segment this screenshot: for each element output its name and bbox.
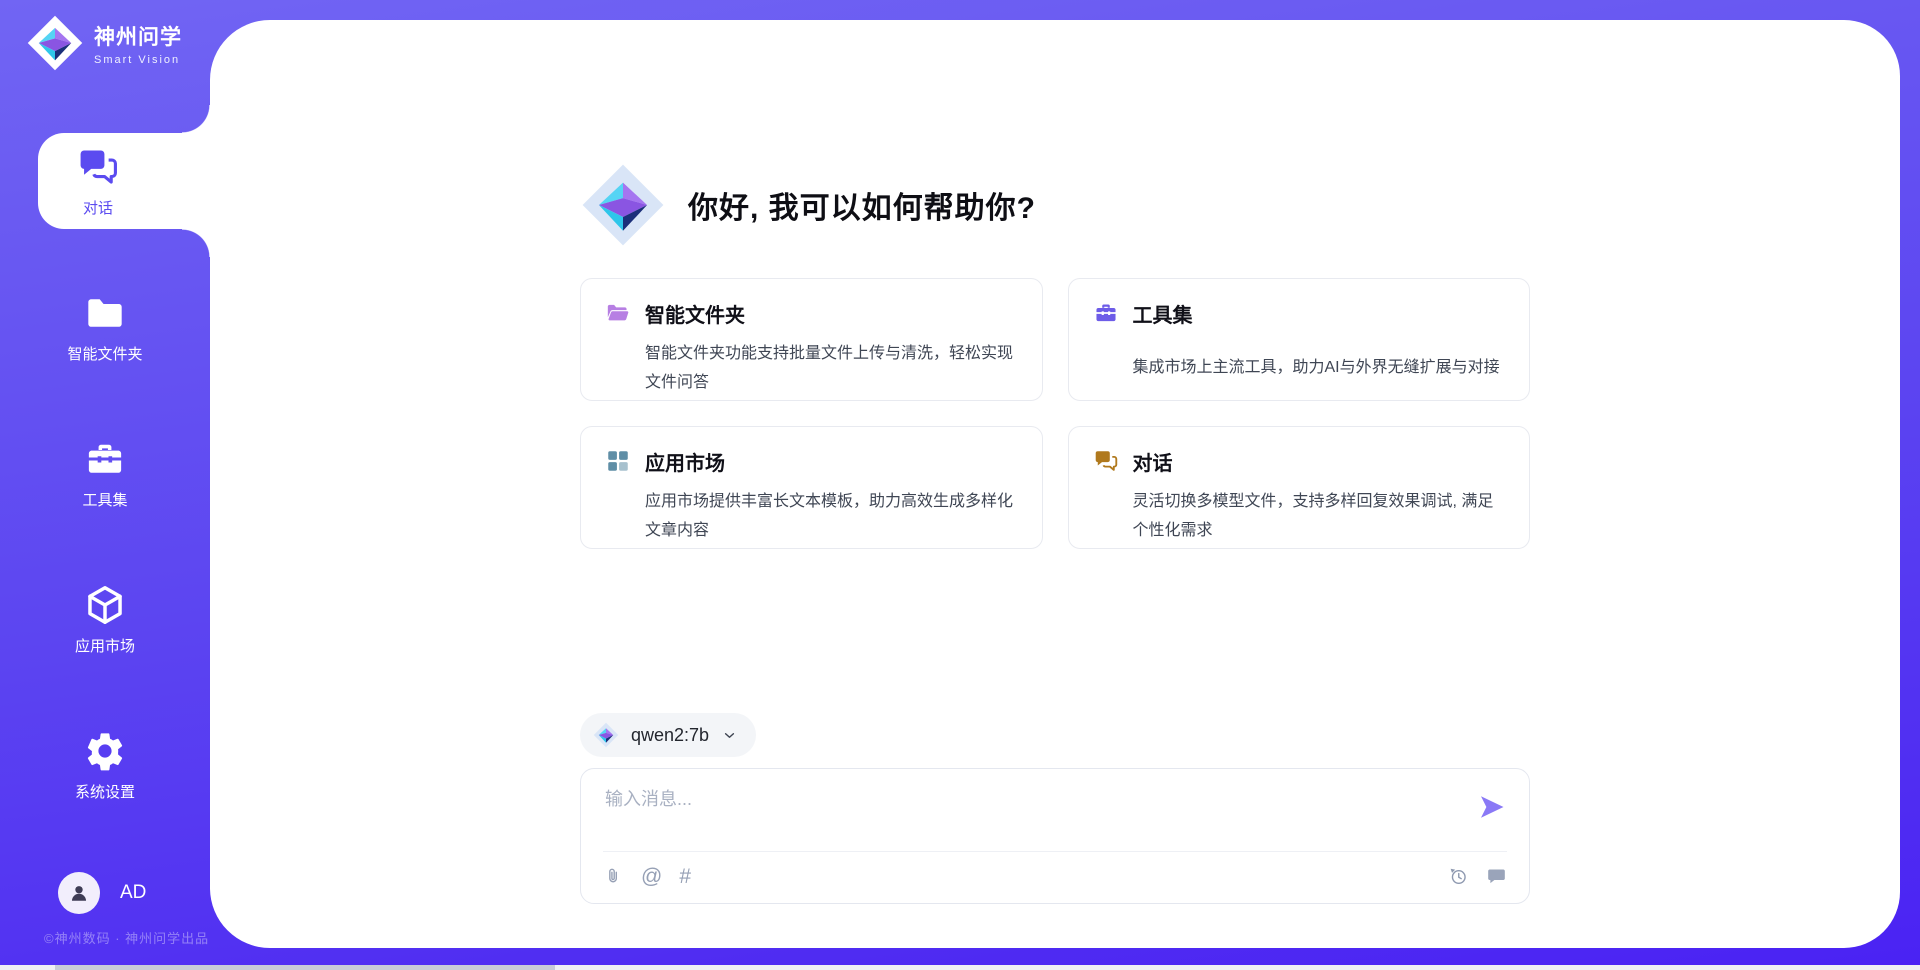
brand-subtitle: Smart Vision [94,54,182,66]
user-initials: AD [120,882,146,904]
sidebar-item-smart-folder[interactable]: 智能文件夹 [0,279,210,375]
sidebar: 神州问学 Smart Vision 对话 智能文件夹 [0,0,210,970]
brand-name: 神州问学 [94,21,182,51]
greeting-block: 你好, 我可以如何帮助你? [580,162,1530,248]
toolbox-icon [1093,300,1119,326]
card-title: 智能文件夹 [645,299,1018,332]
horizontal-scrollbar-thumb[interactable] [55,965,555,970]
mention-icon[interactable]: @ [641,866,662,887]
user-account[interactable]: AD [0,872,210,914]
card-title: 工具集 [1133,299,1506,346]
folder-icon [83,291,127,335]
card-title: 对话 [1133,447,1506,480]
card-chat[interactable]: 对话 灵活切换多模型文件，支持多样回复效果调试, 满足个性化需求 [1068,426,1531,549]
composer-tools-left: @ # [603,866,691,887]
hashtag-icon[interactable]: # [679,866,691,887]
card-app-market[interactable]: 应用市场 应用市场提供丰富长文本模板，助力高效生成多样化文章内容 [580,426,1043,549]
greeting-title: 你好, 我可以如何帮助你? [688,183,1036,227]
footer-credit: ©神州数码 · 神州问学出品 [44,928,209,947]
avatar [58,872,100,914]
composer-toolbar: @ # [603,850,1507,903]
send-button[interactable] [1477,792,1507,822]
sidebar-nav: 对话 智能文件夹 工具集 [0,133,210,863]
model-gem-icon [593,722,619,748]
card-title: 应用市场 [645,447,1018,480]
card-description: 应用市场提供丰富长文本模板，助力高效生成多样化文章内容 [645,487,1018,549]
sidebar-item-label: 工具集 [82,489,127,510]
card-toolset[interactable]: 工具集 集成市场上主流工具，助力AI与外界无缝扩展与对接 [1068,278,1531,401]
folder-open-icon [605,300,631,326]
chevron-down-icon [721,727,738,744]
main-content-panel: 你好, 我可以如何帮助你? 智能文件夹 智能文件夹功能支持批量文件上传与清洗，轻… [210,20,1900,948]
toolbox-icon [83,437,127,481]
sidebar-item-settings[interactable]: 系统设置 [0,717,210,813]
card-smart-folder[interactable]: 智能文件夹 智能文件夹功能支持批量文件上传与清洗，轻松实现文件问答 [580,278,1043,401]
person-icon [66,880,92,906]
card-description: 智能文件夹功能支持批量文件上传与清洗，轻松实现文件问答 [645,339,1018,401]
card-description: 灵活切换多模型文件，支持多样回复效果调试, 满足个性化需求 [1133,487,1506,549]
chat-bubbles-icon [1093,448,1119,474]
feature-cards: 智能文件夹 智能文件夹功能支持批量文件上传与清洗，轻松实现文件问答 工具集 集成… [580,278,1530,549]
attachment-icon[interactable] [603,866,624,887]
model-name: qwen2:7b [631,725,709,746]
model-selector[interactable]: qwen2:7b [580,713,756,757]
message-composer: @ # [580,768,1530,904]
brand-gem-icon [580,162,666,248]
composer-tools-right [1448,866,1507,887]
card-description: 集成市场上主流工具，助力AI与外界无缝扩展与对接 [1133,353,1506,400]
sidebar-item-chat[interactable]: 对话 [38,133,210,229]
sidebar-item-label: 智能文件夹 [67,343,142,364]
chat-bubble-icon[interactable] [1486,866,1507,887]
message-input[interactable] [605,785,1445,843]
sidebar-item-label: 对话 [83,197,113,218]
sidebar-item-app-market[interactable]: 应用市场 [0,571,210,667]
brand-logo: 神州问学 Smart Vision [26,14,182,72]
cube-icon [83,583,127,627]
sidebar-item-label: 应用市场 [75,635,135,656]
chat-bubbles-icon [76,145,120,189]
sidebar-item-label: 系统设置 [75,781,135,802]
brand-gem-icon [26,14,84,72]
sidebar-item-toolset[interactable]: 工具集 [0,425,210,521]
horizontal-scrollbar[interactable] [0,965,1920,970]
gear-icon [83,729,127,773]
send-icon [1477,792,1507,822]
grid-blocks-icon [605,448,631,474]
history-icon[interactable] [1448,866,1469,887]
